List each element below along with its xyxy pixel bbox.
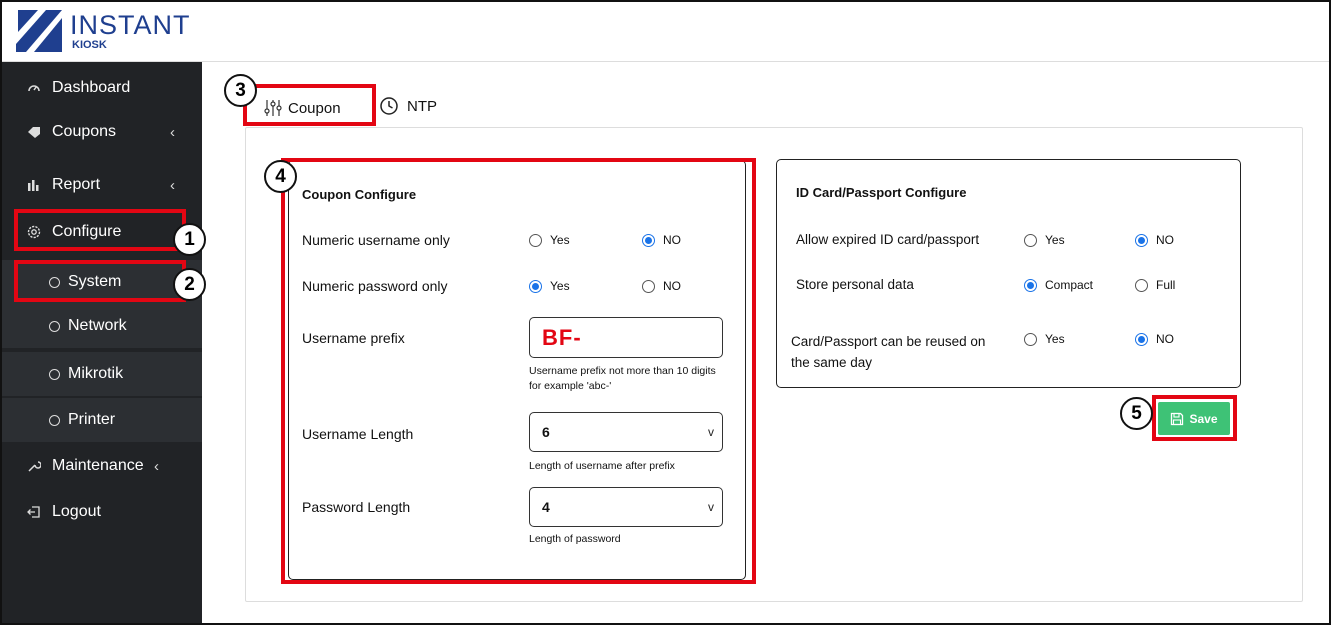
- highlight-save-button: [1152, 395, 1237, 441]
- bar-chart-icon: [26, 177, 42, 193]
- logout-icon: [26, 504, 42, 520]
- top-bar: INSTANT KIOSK: [2, 2, 1329, 62]
- circle-icon: [46, 318, 62, 334]
- sidebar-item-network[interactable]: Network: [2, 304, 202, 348]
- app-window: INSTANT KIOSK Dashboard Coupons ‹ Report…: [0, 0, 1331, 625]
- sidebar-item-logout[interactable]: Logout: [2, 490, 202, 534]
- sidebar-item-label: Printer: [68, 411, 116, 428]
- chevron-left-icon: ‹: [170, 176, 175, 194]
- sidebar-item-mikrotik[interactable]: Mikrotik: [2, 352, 202, 396]
- sidebar-item-dashboard[interactable]: Dashboard: [2, 66, 202, 110]
- clock-icon: [380, 97, 398, 115]
- chevron-left-icon: ‹: [154, 457, 159, 475]
- brand-sub: KIOSK: [72, 39, 107, 51]
- highlight-coupon-tab: [243, 84, 376, 126]
- sidebar-item-label: Logout: [52, 503, 101, 520]
- chevron-left-icon: ‹: [170, 123, 175, 141]
- sidebar-item-label: Mikrotik: [68, 365, 124, 382]
- tag-icon: [26, 124, 42, 140]
- tab-ntp[interactable]: NTP: [379, 86, 437, 126]
- step-badge-1: 1: [173, 223, 206, 256]
- reuse-same-day-label: Card/Passport can be reused on the same …: [791, 334, 986, 370]
- step-badge-4: 4: [264, 160, 297, 193]
- sidebar-item-label: Coupons: [52, 123, 117, 140]
- gauge-icon: [26, 80, 42, 96]
- sidebar-item-maintenance[interactable]: Maintenance ‹: [2, 444, 202, 488]
- sidebar-item-printer[interactable]: Printer: [2, 398, 202, 442]
- sidebar-item-label: Maintenance: [52, 457, 144, 474]
- logo-mark-icon: [16, 10, 62, 52]
- sidebar-item-label: Dashboard: [52, 79, 131, 96]
- allow-expired-yes-radio[interactable]: Yes: [1024, 232, 1065, 248]
- store-compact-radio[interactable]: Compact: [1024, 277, 1093, 293]
- brand-logo[interactable]: INSTANT KIOSK: [16, 8, 190, 56]
- highlight-system: [14, 260, 186, 302]
- sidebar-item-report[interactable]: Report ‹: [2, 163, 202, 207]
- reuse-yes-radio[interactable]: Yes: [1024, 331, 1065, 347]
- sidebar-item-label: Report: [52, 176, 101, 193]
- step-badge-3: 3: [224, 74, 257, 107]
- allow-expired-label: Allow expired ID card/passport: [796, 232, 980, 247]
- store-full-radio[interactable]: Full: [1135, 277, 1175, 293]
- sidebar: Dashboard Coupons ‹ Report ‹ Configure S…: [2, 62, 202, 623]
- reuse-no-radio[interactable]: NO: [1135, 331, 1174, 347]
- sidebar-item-label: Network: [68, 317, 127, 334]
- tab-label: NTP: [407, 97, 437, 115]
- step-badge-2: 2: [173, 268, 206, 301]
- step-badge-5: 5: [1120, 397, 1153, 430]
- allow-expired-no-radio[interactable]: NO: [1135, 232, 1174, 248]
- sidebar-item-coupons[interactable]: Coupons ‹: [2, 110, 202, 154]
- store-personal-data-label: Store personal data: [796, 277, 914, 292]
- brand-name: INSTANT: [70, 10, 191, 40]
- circle-icon: [46, 412, 62, 428]
- highlight-coupon-card: [281, 158, 756, 584]
- wrench-icon: [26, 458, 42, 474]
- highlight-configure: [14, 209, 186, 251]
- id-card-title: ID Card/Passport Configure: [796, 185, 967, 200]
- circle-icon: [46, 366, 62, 382]
